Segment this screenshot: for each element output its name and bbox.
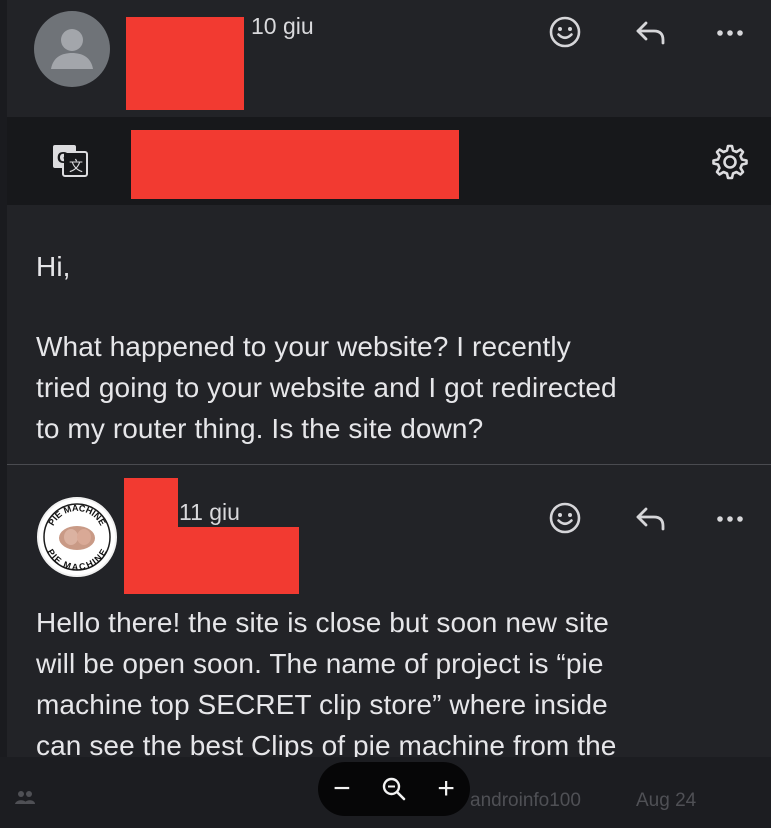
translate-icon: G 文 bbox=[53, 145, 88, 177]
sender-avatar[interactable] bbox=[34, 11, 110, 87]
emoji-react-button[interactable] bbox=[545, 12, 585, 52]
emoji-react-button-2[interactable] bbox=[545, 498, 585, 538]
message-1-greeting: Hi, bbox=[36, 251, 71, 282]
more-icon bbox=[717, 516, 743, 522]
more-options-button-2[interactable] bbox=[710, 498, 750, 538]
message-2-line-2: will be open soon. The name of project i… bbox=[36, 648, 604, 679]
translate-bar: G 文 bbox=[7, 117, 771, 205]
zoom-out-button[interactable]: − bbox=[333, 774, 351, 804]
message-1-body: Hi, What happened to your website? I rec… bbox=[7, 205, 771, 465]
message-1-header: 10 giu bbox=[7, 0, 771, 117]
reply-button-2[interactable] bbox=[630, 498, 670, 538]
pie-machine-avatar[interactable]: PIE MACHINE PIE MACHINE bbox=[37, 497, 117, 577]
more-icon bbox=[717, 30, 743, 36]
message-2-date: 11 giu bbox=[179, 499, 240, 525]
zoom-icon[interactable] bbox=[381, 776, 407, 802]
more-options-button[interactable] bbox=[710, 12, 750, 52]
background-sender: androinfo100 bbox=[470, 790, 581, 811]
pie-machine-logo: PIE MACHINE PIE MACHINE bbox=[41, 501, 113, 573]
zoom-in-button[interactable]: + bbox=[437, 774, 455, 804]
redacted-sender-name-part-2 bbox=[124, 527, 299, 594]
svg-text:G: G bbox=[57, 150, 69, 167]
email-thread: 10 giu G 文 Hi, What happened to your web… bbox=[0, 0, 771, 828]
message-1-line-1: What happened to your website? I recentl… bbox=[36, 331, 571, 362]
message-1-line-2: tried going to your website and I got re… bbox=[36, 372, 617, 403]
message-2-line-3: machine top SECRET clip store” where ins… bbox=[36, 689, 608, 720]
emoji-icon bbox=[549, 16, 581, 48]
reply-button[interactable] bbox=[630, 12, 670, 52]
message-2-line-1: Hello there! the site is close but soon … bbox=[36, 607, 609, 638]
left-edge bbox=[0, 0, 7, 828]
reply-icon bbox=[636, 507, 665, 531]
background-date: Aug 24 bbox=[636, 790, 697, 811]
redacted-sender-name bbox=[126, 17, 244, 110]
reply-icon bbox=[636, 21, 665, 45]
default-person-icon bbox=[51, 29, 93, 69]
redacted-translate-text bbox=[131, 130, 459, 199]
people-icon bbox=[15, 791, 35, 804]
message-1-date: 10 giu bbox=[251, 13, 314, 39]
translate-settings-button[interactable] bbox=[709, 141, 749, 181]
message-1-line-3: to my router thing. Is the site down? bbox=[36, 413, 484, 444]
gear-icon bbox=[712, 144, 748, 180]
emoji-icon bbox=[549, 502, 581, 534]
translate-button[interactable]: G 文 bbox=[50, 140, 90, 180]
svg-text:文: 文 bbox=[69, 158, 83, 174]
zoom-controls: − + bbox=[318, 762, 470, 816]
